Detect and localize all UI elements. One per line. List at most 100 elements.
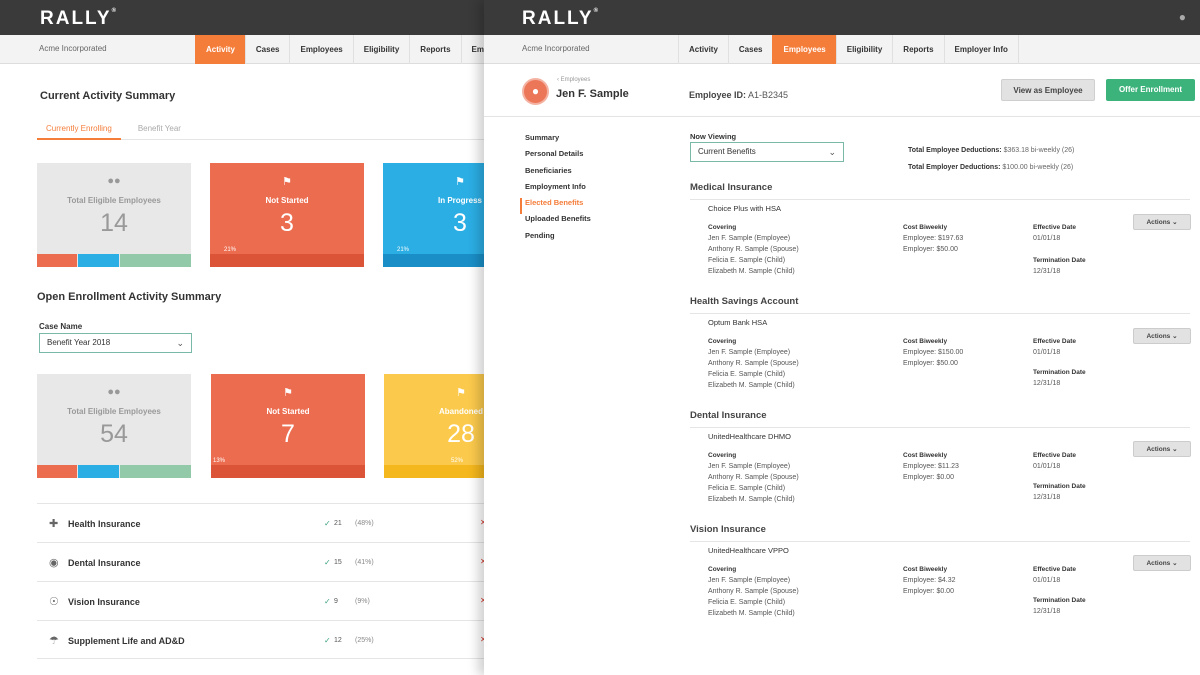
covered-person: Felicia E. Sample (Child) — [708, 257, 786, 264]
stat-card-eligible[interactable]: ●● Total Eligible Employees 14 — [37, 163, 191, 267]
tab-eligibility[interactable]: Eligibility — [835, 35, 893, 64]
stat-card-not-started[interactable]: ⚑ Not Started 7 13% — [211, 374, 365, 478]
section-title: Medical Insurance — [690, 182, 1190, 200]
card-value: 54 — [100, 420, 128, 448]
side-nav-beneficiaries[interactable]: Beneficiaries — [525, 166, 591, 182]
subtab-benefit-year[interactable]: Benefit Year — [129, 124, 190, 140]
tab-reports[interactable]: Reports — [409, 35, 460, 64]
card-progress-bar — [211, 465, 365, 478]
dates-column: Effective Date 01/01/18 Termination Date… — [1033, 222, 1086, 277]
tab-eligibility[interactable]: Eligibility — [352, 35, 410, 64]
section-title: Health Savings Account — [690, 296, 1190, 314]
card-percent: 21% — [397, 247, 410, 253]
benefit-percent: (9%) — [355, 598, 370, 605]
actions-dropdown-button[interactable]: Actions ⌄ — [1133, 328, 1191, 344]
covered-person: Felicia E. Sample (Child) — [708, 599, 786, 606]
tab-activity[interactable]: Activity — [678, 35, 728, 64]
employer-deductions: Total Employer Deductions: $100.00 bi-we… — [908, 164, 1073, 171]
employee-deductions: Total Employee Deductions: $363.18 bi-we… — [908, 147, 1074, 154]
breadcrumb[interactable]: ‹ Employees — [557, 77, 590, 83]
flag-icon: ⚑ — [456, 387, 466, 399]
case-name-label: Case Name — [39, 322, 83, 331]
side-nav-employment-info[interactable]: Employment Info — [525, 182, 591, 198]
side-nav-personal-details[interactable]: Personal Details — [525, 149, 591, 165]
tab-employer-info[interactable]: Employer Info — [943, 35, 1019, 64]
user-icon[interactable]: ● — [1179, 10, 1186, 24]
covered-person: Felicia E. Sample (Child) — [708, 371, 786, 378]
side-nav-elected-benefits[interactable]: Elected Benefits — [520, 198, 591, 215]
rally-logo[interactable]: RALLY® — [522, 8, 598, 30]
health-cross-icon: ✚ — [49, 518, 59, 530]
flag-icon: ⚑ — [282, 176, 292, 188]
benefit-row-health[interactable]: ✚ Health Insurance ✓ 21 (48%) ✕ — [37, 503, 484, 542]
covered-person: Elizabeth M. Sample (Child) — [708, 382, 795, 389]
plan-name: UnitedHealthcare DHMO — [708, 432, 791, 441]
stat-card-eligible[interactable]: ●● Total Eligible Employees 54 — [37, 374, 191, 478]
effective-date-header: Effective Date — [1033, 452, 1076, 459]
employer-deductions-label: Total Employer Deductions: — [908, 164, 1001, 171]
side-nav-uploaded-benefits[interactable]: Uploaded Benefits — [525, 214, 591, 230]
benefit-name: Vision Insurance — [68, 597, 140, 607]
rally-logo[interactable]: RALLY® — [40, 8, 116, 30]
effective-date: 01/01/18 — [1033, 349, 1061, 356]
actions-dropdown-button[interactable]: Actions ⌄ — [1133, 441, 1191, 457]
employee-side-nav: Summary Personal Details Beneficiaries E… — [520, 133, 591, 247]
offer-enrollment-button[interactable]: Offer Enrollment — [1106, 79, 1195, 101]
actions-dropdown-button[interactable]: Actions ⌄ — [1133, 214, 1191, 230]
benefit-row-supplement-life[interactable]: ☂ Supplement Life and AD&D ✓ 12 (25%) ✕ — [37, 620, 484, 659]
segment-completed — [120, 254, 191, 267]
benefit-section-vision: Vision Insurance UnitedHealthcare VPPO C… — [690, 524, 1191, 634]
covering-header: Covering — [708, 452, 737, 459]
check-icon: ✓ — [324, 636, 331, 645]
card-progress-bar — [210, 254, 364, 267]
section-title: Open Enrollment Activity Summary — [37, 291, 222, 303]
now-viewing-select[interactable]: Current Benefits ⌄ — [690, 142, 844, 162]
card-label: Total Eligible Employees — [67, 196, 161, 205]
card-label: Not Started — [266, 407, 310, 416]
effective-date-header: Effective Date — [1033, 338, 1076, 345]
cost-header: Cost Biweekly — [903, 566, 948, 573]
actions-dropdown-button[interactable]: Actions ⌄ — [1133, 555, 1191, 571]
employer-deductions-value: $100.00 bi-weekly (26) — [1002, 164, 1074, 171]
card-progress-bar — [383, 254, 484, 267]
covered-person: Elizabeth M. Sample (Child) — [708, 496, 795, 503]
chevron-down-icon: ⌄ — [176, 338, 184, 348]
tab-cases[interactable]: Cases — [244, 35, 290, 64]
main-tabs: Activity Cases Employees Eligibility Rep… — [678, 35, 1019, 64]
covered-person: Jen F. Sample (Employee) — [708, 463, 791, 470]
tab-employees[interactable]: Employees — [289, 35, 352, 64]
card-percent: 13% — [213, 458, 226, 464]
side-nav-summary[interactable]: Summary — [525, 133, 591, 149]
nav-bar: Acme Incorporated Activity Cases Employe… — [484, 35, 1200, 64]
view-as-employee-button[interactable]: View as Employee — [1001, 79, 1095, 101]
covering-column: Covering Jen F. Sample (Employee) Anthon… — [708, 336, 799, 391]
benefit-section-dental: Dental Insurance UnitedHealthcare DHMO C… — [690, 410, 1191, 520]
now-viewing-value: Current Benefits — [698, 147, 756, 156]
case-name-select[interactable]: Benefit Year 2018 ⌄ — [39, 333, 192, 353]
side-nav-pending[interactable]: Pending — [525, 231, 591, 247]
main-tabs: Activity Cases Employees Eligibility Rep… — [195, 35, 484, 64]
effective-date: 01/01/18 — [1033, 463, 1061, 470]
tab-activity[interactable]: Activity — [195, 35, 245, 64]
employee-name: Jen F. Sample — [556, 88, 629, 100]
benefit-row-dental[interactable]: ◉ Dental Insurance ✓ 15 (41%) ✕ — [37, 542, 484, 581]
tab-cases[interactable]: Cases — [727, 35, 773, 64]
subtab-currently-enrolling[interactable]: Currently Enrolling — [37, 124, 121, 140]
stat-card-in-progress[interactable]: ⚑ In Progress 3 21% — [383, 163, 484, 267]
stat-card-abandoned[interactable]: ⚑ Abandoned 28 52% — [384, 374, 484, 478]
covered-person: Jen F. Sample (Employee) — [708, 577, 791, 584]
employee-cost: Employee: $150.00 — [903, 349, 964, 356]
cost-header: Cost Biweekly — [903, 452, 948, 459]
segment-not-started — [37, 254, 77, 267]
termination-date-header: Termination Date — [1033, 483, 1086, 490]
tab-employees[interactable]: Employees — [772, 35, 836, 64]
benefit-name: Supplement Life and AD&D — [68, 636, 185, 646]
breadcrumb-employees[interactable]: Employees — [561, 77, 591, 83]
stat-card-not-started[interactable]: ⚑ Not Started 3 21% — [210, 163, 364, 267]
benefit-section-medical: Medical Insurance Choice Plus with HSA C… — [690, 182, 1191, 292]
tab-employer-info[interactable]: Emplo — [460, 35, 484, 64]
actions-label: Actions — [1146, 560, 1171, 567]
benefit-count: 12 — [334, 637, 342, 644]
tab-reports[interactable]: Reports — [892, 35, 943, 64]
benefit-row-vision[interactable]: ☉ Vision Insurance ✓ 9 (9%) ✕ — [37, 581, 484, 620]
